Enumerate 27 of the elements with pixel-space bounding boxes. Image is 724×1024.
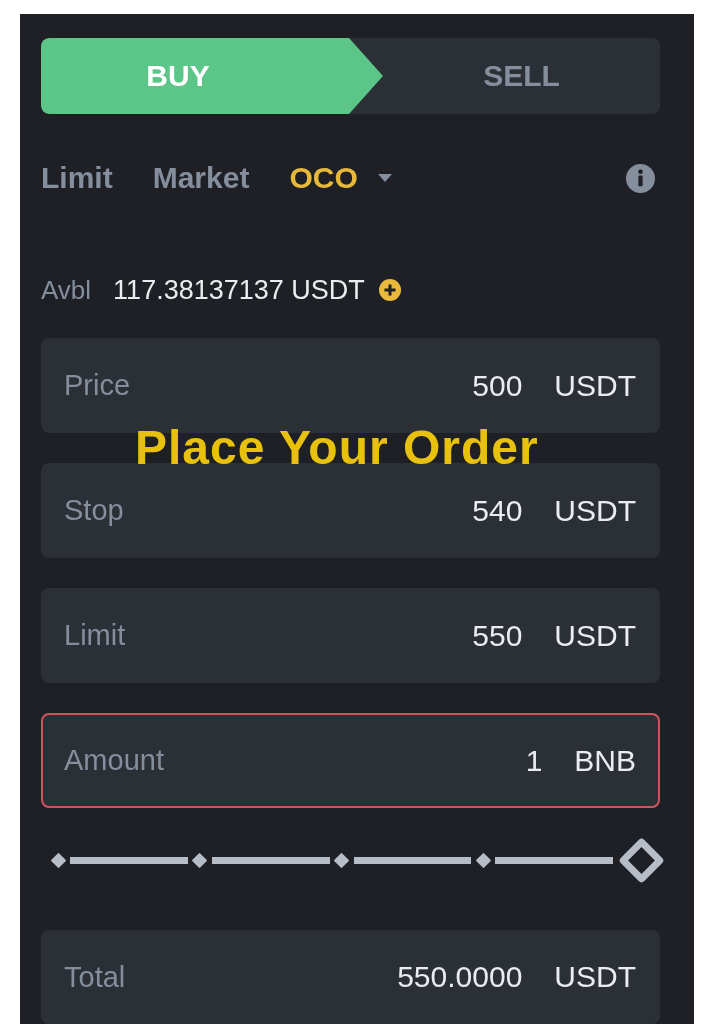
field-label: Limit bbox=[64, 619, 127, 652]
order-type-tab[interactable]: Market bbox=[152, 158, 250, 198]
field-label: Total bbox=[64, 960, 127, 994]
field-value: 540 bbox=[472, 493, 523, 528]
plus-icon[interactable] bbox=[378, 279, 401, 301]
unit-label: USDT bbox=[554, 960, 636, 994]
unit-label: USDT bbox=[554, 618, 636, 653]
field-value: 550.0000 bbox=[397, 960, 523, 994]
field-value: 550 bbox=[472, 618, 523, 653]
available-label: Avbl bbox=[41, 274, 92, 306]
info-icon[interactable] bbox=[626, 163, 655, 193]
input-field[interactable]: Limit 550 USDT bbox=[41, 588, 660, 683]
field-value: 500 bbox=[472, 368, 523, 403]
field-label: Price bbox=[64, 369, 132, 402]
trade-side-tab[interactable]: SELL bbox=[383, 38, 660, 114]
input-field[interactable]: Total 550.0000 USDT bbox=[41, 930, 660, 1024]
unit-label: BNB bbox=[574, 743, 636, 778]
unit-label: USDT bbox=[554, 493, 636, 528]
unit-label: USDT bbox=[554, 368, 636, 403]
field-label: Stop bbox=[64, 494, 125, 527]
field-value: 1 bbox=[525, 743, 543, 778]
input-field[interactable]: Stop 540 USDT bbox=[41, 463, 660, 558]
field-label: Amount bbox=[64, 744, 165, 777]
input-field[interactable]: Amount 1 BNB bbox=[41, 713, 660, 808]
order-type-tab[interactable]: OCO bbox=[289, 158, 392, 198]
order-type-tab[interactable]: Limit bbox=[41, 158, 113, 198]
balance-value: 117.38137137 USDT bbox=[113, 274, 365, 306]
